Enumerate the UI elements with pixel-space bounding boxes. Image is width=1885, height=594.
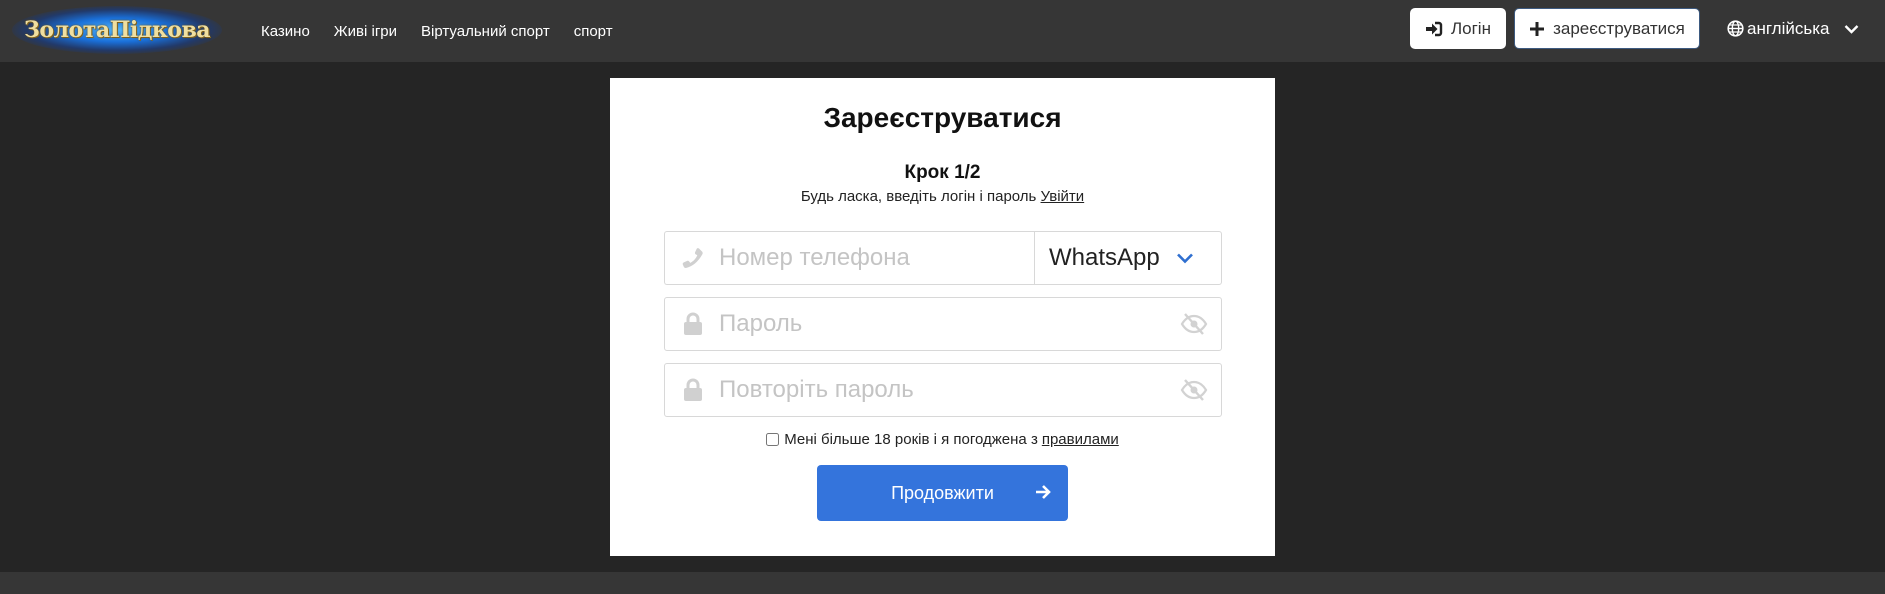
- top-navbar: ЗолотаПідкова Казино Живі ігри Віртуальн…: [0, 0, 1885, 62]
- main-nav: Казино Живі ігри Віртуальний спорт спорт: [261, 0, 637, 62]
- lock-icon: [665, 378, 719, 402]
- messenger-selected: WhatsApp: [1049, 244, 1160, 271]
- globe-icon: [1727, 20, 1744, 37]
- password-input[interactable]: [719, 298, 1167, 350]
- agree-checkbox[interactable]: [766, 433, 780, 446]
- site-logo[interactable]: ЗолотаПідкова: [12, 6, 222, 54]
- chevron-down-icon: [1844, 24, 1859, 34]
- login-link[interactable]: Увійти: [1041, 188, 1085, 205]
- arrow-right-icon: [1034, 483, 1052, 501]
- nav-link-live-games[interactable]: Живі ігри: [334, 23, 397, 40]
- plus-icon: [1529, 21, 1545, 37]
- subtitle-text: Будь ласка, введіть логін і пароль: [800, 188, 1037, 205]
- age-agreement: Мені більше 18 років і я погоджена з пра…: [610, 431, 1275, 448]
- logo-text: ЗолотаПідкова: [23, 17, 211, 43]
- lock-icon: [665, 312, 719, 336]
- nav-link-virtual-sport[interactable]: Віртуальний спорт: [421, 23, 550, 40]
- continue-button[interactable]: Продовжити: [817, 465, 1068, 521]
- nav-link-casino[interactable]: Казино: [261, 23, 310, 40]
- register-button[interactable]: зареєструватися: [1514, 8, 1700, 49]
- phone-field: [664, 231, 1034, 285]
- login-button[interactable]: Логін: [1410, 8, 1506, 49]
- agree-text: Мені більше 18 років і я погоджена з: [784, 431, 1038, 448]
- continue-label: Продовжити: [891, 482, 994, 503]
- eye-slash-icon[interactable]: [1167, 378, 1221, 402]
- password-field: [664, 297, 1222, 351]
- footer-bar: [0, 572, 1885, 594]
- language-selector[interactable]: англійська: [1727, 8, 1859, 49]
- login-label: Логін: [1451, 18, 1491, 38]
- messenger-select[interactable]: WhatsApp: [1034, 231, 1222, 285]
- register-label: зареєструватися: [1553, 18, 1685, 38]
- phone-input[interactable]: [719, 232, 1034, 284]
- nav-link-sport[interactable]: спорт: [574, 23, 613, 40]
- rules-link[interactable]: правилами: [1042, 431, 1119, 448]
- form-subtitle: Будь ласка, введіть логін і пароль Увійт…: [610, 188, 1275, 205]
- repeat-password-input[interactable]: [719, 364, 1167, 416]
- page-title: Зареєструватися: [823, 102, 1062, 133]
- repeat-password-field: [664, 363, 1222, 417]
- phone-icon: [665, 247, 719, 269]
- registration-card: Зареєструватися Крок 1/2 Будь ласка, вве…: [610, 78, 1275, 556]
- step-indicator: Крок 1/2: [904, 162, 981, 183]
- chevron-down-icon: [1176, 252, 1194, 264]
- sign-in-icon: [1425, 21, 1443, 37]
- language-label: англійська: [1747, 18, 1830, 38]
- eye-slash-icon[interactable]: [1167, 312, 1221, 336]
